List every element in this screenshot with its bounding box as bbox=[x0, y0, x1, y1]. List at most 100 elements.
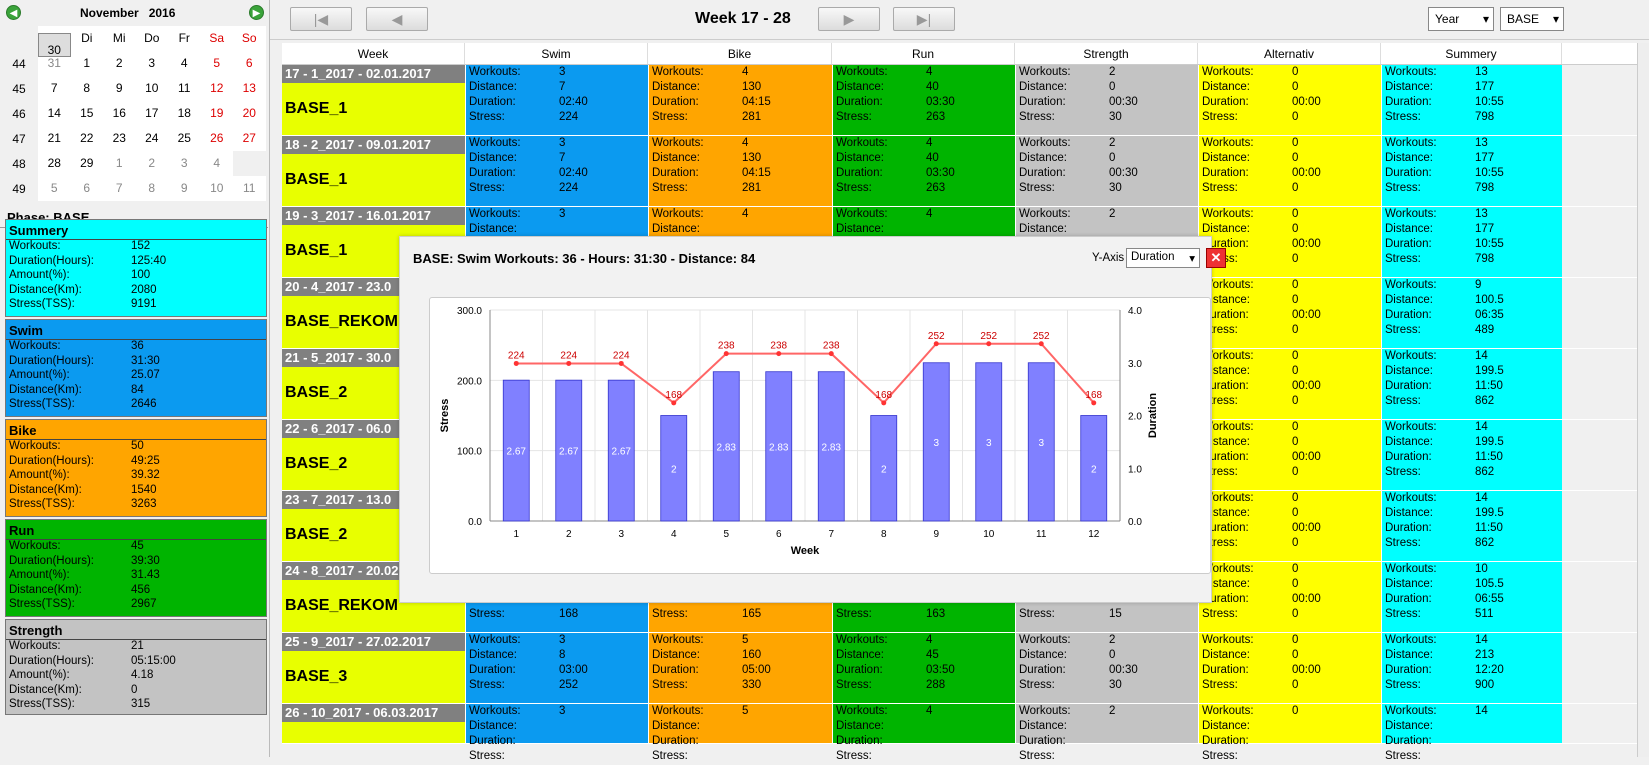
calendar-day[interactable]: 6 bbox=[71, 176, 104, 201]
table-cell-sum[interactable]: Workouts: 13 Distance: 177 Duration: 10:55 Str… bbox=[1381, 136, 1562, 206]
prev-week-button[interactable]: ◀ bbox=[366, 7, 428, 31]
calendar-day[interactable]: 25 bbox=[168, 126, 201, 151]
cell-key: Distance: bbox=[469, 720, 517, 732]
table-cell-sum[interactable]: Workouts: 13 Distance: 177 Duration: 10:55 Str… bbox=[1381, 207, 1562, 277]
calendar-day[interactable]: 30 bbox=[38, 33, 71, 57]
calendar-day[interactable]: 5 bbox=[201, 51, 234, 76]
prev-month-icon[interactable]: ◀ bbox=[6, 5, 21, 20]
table-cell-str[interactable]: Workouts: 2 Distance: 0 Duration: 00:30 Stress… bbox=[1015, 633, 1198, 703]
calendar-day[interactable]: 21 bbox=[38, 126, 71, 151]
table-cell-bike[interactable]: Workouts: 5 Distance: Duration: Stress: bbox=[648, 704, 832, 762]
summary-key: Distance(Km): bbox=[9, 383, 82, 396]
table-cell-sum[interactable]: Workouts: 14 Distance: 199.5 Duration: 11:50 S… bbox=[1381, 491, 1562, 561]
calendar-day[interactable]: 6 bbox=[233, 51, 266, 76]
calendar-day[interactable]: 8 bbox=[71, 76, 104, 101]
calendar-day[interactable]: 19 bbox=[201, 101, 234, 126]
yaxis-select[interactable]: Duration ▾ bbox=[1126, 248, 1200, 268]
table-cell-run[interactable]: Workouts: 4 Distance: 45 Duration: 03:50 Stres… bbox=[832, 633, 1015, 703]
calendar-day[interactable]: 4 bbox=[168, 51, 201, 76]
calendar-day[interactable]: 16 bbox=[103, 101, 136, 126]
calendar-day[interactable]: 29 bbox=[71, 151, 104, 176]
table-cell-alt[interactable]: Workouts: 0 Distance: 0 Duration: 00:00 Stress… bbox=[1198, 633, 1381, 703]
calendar-day[interactable]: 20 bbox=[233, 101, 266, 126]
cell-key: Stress: bbox=[1202, 750, 1238, 762]
calendar-day[interactable]: 15 bbox=[71, 101, 104, 126]
table-cell-swim[interactable]: Workouts: 3 Distance: Duration: Stress: bbox=[465, 704, 648, 762]
table-row[interactable]: 18 - 2_2017 - 09.01.2017 BASE_1 Workouts: 3… bbox=[282, 136, 1649, 207]
calendar-day[interactable]: 11 bbox=[168, 76, 201, 101]
table-row[interactable]: 17 - 1_2017 - 02.01.2017 BASE_1 Workouts: 3… bbox=[282, 65, 1649, 136]
phase-select[interactable]: BASE ▾ bbox=[1500, 7, 1564, 31]
table-cell-alt[interactable]: Workouts: 0 Distance: 0 Duration: 00:00 Stress… bbox=[1198, 420, 1381, 490]
table-cell-sum[interactable]: Workouts: 14 Distance: 213 Duration: 12:20 Str… bbox=[1381, 633, 1562, 703]
scrollbar[interactable] bbox=[1637, 43, 1649, 757]
calendar-day[interactable]: 23 bbox=[103, 126, 136, 151]
calendar-day[interactable]: 1 bbox=[71, 51, 104, 76]
calendar-day[interactable]: 3 bbox=[136, 51, 169, 76]
next-month-icon[interactable]: ▶ bbox=[249, 5, 264, 20]
table-cell-sum[interactable]: Workouts: 9 Distance: 100.5 Duration: 06:35 St… bbox=[1381, 278, 1562, 348]
calendar-day[interactable]: 22 bbox=[71, 126, 104, 151]
calendar-day[interactable]: 8 bbox=[136, 176, 169, 201]
table-cell-str[interactable]: Workouts: 2 Distance: Duration: Stress: bbox=[1015, 704, 1198, 762]
calendar-day[interactable]: 24 bbox=[136, 126, 169, 151]
calendar-day[interactable]: 9 bbox=[168, 176, 201, 201]
table-cell-bike[interactable]: Workouts: 5 Distance: 160 Duration: 05:00 Stre… bbox=[648, 633, 832, 703]
table-cell-sum[interactable]: Workouts: 14 Distance: 199.5 Duration: 11:50 S… bbox=[1381, 420, 1562, 490]
table-cell-bike[interactable]: Workouts: 4 Distance: 130 Duration: 04:15 Stre… bbox=[648, 65, 832, 135]
table-cell-alt[interactable]: Workouts: 0 Distance: 0 Duration: 00:00 Stress… bbox=[1198, 278, 1381, 348]
calendar-day[interactable]: 7 bbox=[103, 176, 136, 201]
table-row[interactable]: 26 - 10_2017 - 06.03.2017 Workouts: 3 Dista… bbox=[282, 704, 1649, 762]
table-cell-sum[interactable]: Workouts: 14 Distance: 199.5 Duration: 11:50 S… bbox=[1381, 349, 1562, 419]
table-cell-alt[interactable]: Workouts: 0 Distance: 0 Duration: 00:00 Stress… bbox=[1198, 136, 1381, 206]
week-cell[interactable]: 18 - 2_2017 - 09.01.2017 BASE_1 bbox=[282, 136, 465, 206]
calendar-day[interactable]: 28 bbox=[38, 151, 71, 176]
table-cell-swim[interactable]: Workouts: 3 Distance: 7 Duration: 02:40 Stress… bbox=[465, 65, 648, 135]
last-week-button[interactable]: ▶| bbox=[893, 7, 955, 31]
table-cell-alt[interactable]: Workouts: 0 Distance: Duration: Stress: bbox=[1198, 704, 1381, 762]
table-cell-run[interactable]: Workouts: 4 Distance: 40 Duration: 03:30 Stres… bbox=[832, 65, 1015, 135]
calendar-day[interactable]: 3 bbox=[168, 151, 201, 176]
table-cell-sum[interactable]: Workouts: 13 Distance: 177 Duration: 10:55 Str… bbox=[1381, 65, 1562, 135]
calendar-day[interactable]: 1 bbox=[103, 151, 136, 176]
table-cell-swim[interactable]: Workouts: 3 Distance: 8 Duration: 03:00 Stress… bbox=[465, 633, 648, 703]
close-button[interactable]: ✕ bbox=[1206, 248, 1226, 268]
cell-key: Duration: bbox=[1385, 451, 1432, 463]
table-cell-str[interactable]: Workouts: 2 Distance: 0 Duration: 00:30 Stress… bbox=[1015, 65, 1198, 135]
calendar-day[interactable]: 10 bbox=[201, 176, 234, 201]
calendar-day[interactable]: 10 bbox=[136, 76, 169, 101]
table-cell-sum[interactable]: Workouts: 10 Distance: 105.5 Duration: 06:55 S… bbox=[1381, 562, 1562, 632]
week-cell[interactable]: 17 - 1_2017 - 02.01.2017 BASE_1 bbox=[282, 65, 465, 135]
table-cell-alt[interactable]: Workouts: 0 Distance: 0 Duration: 00:00 Stress… bbox=[1198, 349, 1381, 419]
calendar-day[interactable]: 4 bbox=[201, 151, 234, 176]
table-cell-run[interactable]: Workouts: 4 Distance: Duration: Stress: bbox=[832, 704, 1015, 762]
calendar-day[interactable]: 2 bbox=[136, 151, 169, 176]
table-row[interactable]: 25 - 9_2017 - 27.02.2017 BASE_3 Workouts: 3… bbox=[282, 633, 1649, 704]
table-cell-alt[interactable]: Workouts: 0 Distance: 0 Duration: 00:00 Stress… bbox=[1198, 491, 1381, 561]
table-cell-alt[interactable]: Workouts: 0 Distance: 0 Duration: 00:00 Stress… bbox=[1198, 562, 1381, 632]
week-cell[interactable]: 25 - 9_2017 - 27.02.2017 BASE_3 bbox=[282, 633, 465, 703]
table-cell-str[interactable]: Workouts: 2 Distance: 0 Duration: 00:30 Stress… bbox=[1015, 136, 1198, 206]
calendar-day[interactable]: 9 bbox=[103, 76, 136, 101]
calendar-day[interactable]: 26 bbox=[201, 126, 234, 151]
calendar-day[interactable]: 27 bbox=[233, 126, 266, 151]
table-cell-swim[interactable]: Workouts: 3 Distance: 7 Duration: 02:40 Stress… bbox=[465, 136, 648, 206]
table-cell-run[interactable]: Workouts: 4 Distance: 40 Duration: 03:30 Stres… bbox=[832, 136, 1015, 206]
calendar-day[interactable]: 7 bbox=[38, 76, 71, 101]
week-cell[interactable]: 26 - 10_2017 - 06.03.2017 bbox=[282, 704, 465, 743]
calendar-day[interactable]: 11 bbox=[233, 176, 266, 201]
next-week-button[interactable]: ▶ bbox=[818, 7, 880, 31]
calendar-day[interactable]: 14 bbox=[38, 101, 71, 126]
table-cell-sum[interactable]: Workouts: 14 Distance: Duration: Stress: bbox=[1381, 704, 1562, 762]
calendar-day[interactable]: 13 bbox=[233, 76, 266, 101]
table-cell-alt[interactable]: Workouts: 0 Distance: 0 Duration: 00:00 Stress… bbox=[1198, 65, 1381, 135]
summary-value: 50 bbox=[131, 440, 144, 452]
year-select[interactable]: Year ▾ bbox=[1428, 7, 1494, 31]
table-cell-bike[interactable]: Workouts: 4 Distance: 130 Duration: 04:15 Stre… bbox=[648, 136, 832, 206]
calendar-day[interactable]: 12 bbox=[201, 76, 234, 101]
calendar-day[interactable]: 17 bbox=[136, 101, 169, 126]
calendar-day[interactable]: 5 bbox=[38, 176, 71, 201]
calendar-day[interactable]: 2 bbox=[103, 51, 136, 76]
first-week-button[interactable]: |◀ bbox=[290, 7, 352, 31]
calendar-day[interactable]: 18 bbox=[168, 101, 201, 126]
